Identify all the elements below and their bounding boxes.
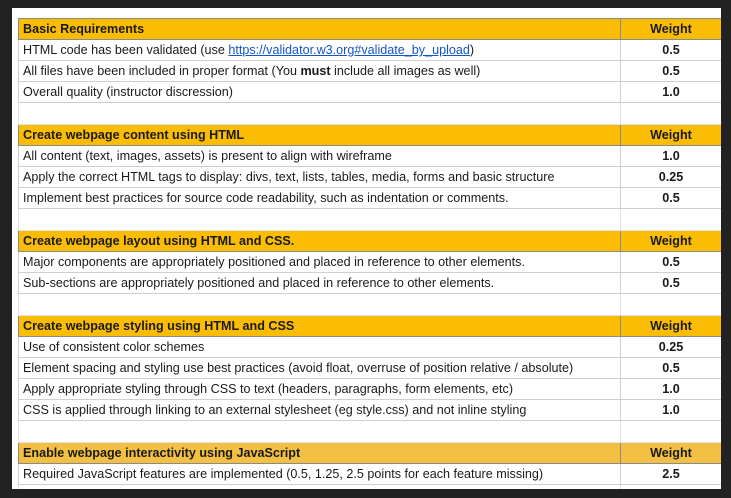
section-title[interactable]: Enable webpage interactivity using JavaS… [18, 442, 621, 464]
empty-cell[interactable] [18, 293, 621, 316]
section-header-row: Enable webpage interactivity using JavaS… [18, 442, 721, 464]
criterion-row: HTML code has been validated (use https:… [18, 39, 721, 61]
empty-cell[interactable] [620, 420, 721, 443]
section-title[interactable]: Create webpage styling using HTML and CS… [18, 315, 621, 337]
criterion-weight[interactable]: 0.5 [620, 251, 721, 273]
empty-cell[interactable] [620, 102, 721, 125]
criterion-text[interactable]: CSS is applied through linking to an ext… [18, 399, 621, 421]
criterion-text[interactable]: Use of consistent color schemes [18, 336, 621, 358]
criterion-text[interactable]: Implement best practices for source code… [18, 187, 621, 209]
rubric-body: Basic Requirements Weight HTML code has … [18, 18, 721, 489]
section-header-row: Create webpage content using HTML Weight [18, 124, 721, 146]
criterion-text[interactable]: Overall quality (instructor discression) [18, 81, 621, 103]
weight-header[interactable]: Weight [620, 442, 721, 464]
rubric-table: Basic Requirements Weight HTML code has … [18, 18, 721, 489]
spacer-row [18, 102, 721, 125]
criterion-row: All content (text, images, assets) is pr… [18, 145, 721, 167]
criterion-weight[interactable]: 0.25 [620, 166, 721, 188]
section-header-row: Create webpage layout using HTML and CSS… [18, 230, 721, 252]
criterion-row: Apply appropriate styling through CSS to… [18, 378, 721, 400]
criterion-row: CSS is applied through linking to an ext… [18, 399, 721, 421]
criterion-weight[interactable]: 1.0 [620, 81, 721, 103]
emphasis-text: must [300, 64, 331, 78]
spacer-row [18, 293, 721, 316]
spacer-row [18, 420, 721, 443]
criterion-row: Overall quality (instructor discression)… [18, 81, 721, 103]
criterion-text[interactable]: Apply the correct HTML tags to display: … [18, 166, 621, 188]
criterion-weight[interactable]: 0.5 [620, 39, 721, 61]
section-header-row: Basic Requirements Weight [18, 18, 721, 40]
criterion-text[interactable]: Major components are appropriately posit… [18, 251, 621, 273]
empty-cell[interactable] [18, 208, 621, 231]
criterion-text[interactable]: Required JavaScript features are impleme… [18, 463, 621, 485]
weight-header[interactable]: Weight [620, 18, 721, 40]
empty-cell[interactable] [18, 484, 621, 489]
weight-header[interactable]: Weight [620, 315, 721, 337]
criterion-text-post: ) [469, 43, 475, 57]
criterion-row: All files have been included in proper f… [18, 60, 721, 82]
criterion-row: Implement best practices for source code… [18, 187, 721, 209]
section-header-row: Create webpage styling using HTML and CS… [18, 315, 721, 337]
criterion-row: Required JavaScript features are impleme… [18, 463, 721, 485]
criterion-row: Sub-sections are appropriately positione… [18, 272, 721, 294]
criterion-text[interactable]: All content (text, images, assets) is pr… [18, 145, 621, 167]
spacer-row [18, 208, 721, 231]
criterion-text-post: include all images as well) [330, 64, 481, 78]
empty-cell[interactable] [620, 484, 721, 489]
validator-link[interactable]: https://validator.w3.org#validate_by_upl… [228, 43, 470, 57]
criterion-text-pre: HTML code has been validated (use [23, 43, 229, 57]
criterion-weight[interactable]: 0.5 [620, 272, 721, 294]
empty-cell[interactable] [620, 293, 721, 316]
section-title[interactable]: Create webpage layout using HTML and CSS… [18, 230, 621, 252]
criterion-weight[interactable]: 0.25 [620, 336, 721, 358]
spreadsheet: Basic Requirements Weight HTML code has … [12, 8, 721, 489]
criterion-row: Apply the correct HTML tags to display: … [18, 166, 721, 188]
criterion-text[interactable]: Sub-sections are appropriately positione… [18, 272, 621, 294]
criterion-row: Element spacing and styling use best pra… [18, 357, 721, 379]
criterion-text-pre: All files have been included in proper f… [23, 64, 301, 78]
criterion-weight[interactable]: 1.0 [620, 378, 721, 400]
empty-cell[interactable] [620, 208, 721, 231]
section-title[interactable]: Basic Requirements [18, 18, 621, 40]
criterion-row: Major components are appropriately posit… [18, 251, 721, 273]
criterion-weight[interactable]: 0.5 [620, 357, 721, 379]
section-title[interactable]: Create webpage content using HTML [18, 124, 621, 146]
empty-cell[interactable] [18, 420, 621, 443]
criterion-weight[interactable]: 0.5 [620, 187, 721, 209]
criterion-weight[interactable]: 1.0 [620, 399, 721, 421]
criterion-text[interactable]: Element spacing and styling use best pra… [18, 357, 621, 379]
criterion-weight[interactable]: 1.0 [620, 145, 721, 167]
spacer-row [18, 484, 721, 489]
criterion-text[interactable]: HTML code has been validated (use https:… [18, 39, 621, 61]
weight-header[interactable]: Weight [620, 230, 721, 252]
criterion-row: Use of consistent color schemes 0.25 [18, 336, 721, 358]
empty-cell[interactable] [18, 102, 621, 125]
criterion-weight[interactable]: 0.5 [620, 60, 721, 82]
weight-header[interactable]: Weight [620, 124, 721, 146]
criterion-text[interactable]: Apply appropriate styling through CSS to… [18, 378, 621, 400]
criterion-weight[interactable]: 2.5 [620, 463, 721, 485]
criterion-text[interactable]: All files have been included in proper f… [18, 60, 621, 82]
